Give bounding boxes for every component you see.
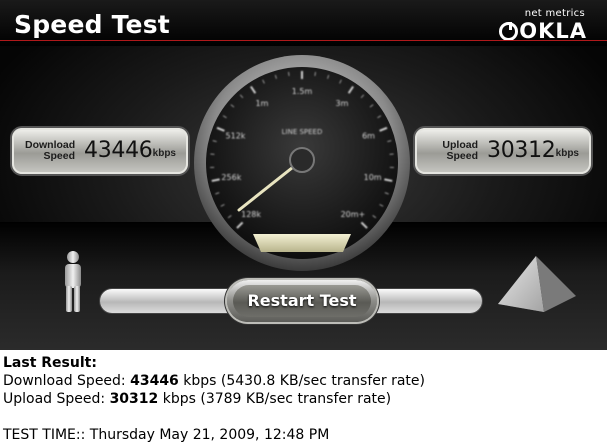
widget-title: Speed Test [14,10,170,39]
last-result-heading: Last Result: [3,355,97,371]
download-label-line2: Speed [43,150,75,162]
brand-tagline: net metrics [524,8,585,19]
gauge-tick-label: 256k [221,173,241,182]
speedtest-widget: Speed Test net metrics OKLA 128k 256k 51… [0,0,607,350]
upload-speed-unit: kbps [555,148,579,159]
gauge-tick-label: 3m [336,99,349,108]
last-result-section: Last Result: Download Speed: 43446 kbps … [3,354,603,444]
gauge-readout-window [253,234,351,252]
upload-speed-value: 30312 [487,138,556,163]
gauge-tick-label: 6m [362,131,375,140]
download-result-line: Download Speed: 43446 kbps (5430.8 KB/se… [3,372,603,390]
download-speed-unit: kbps [152,148,176,159]
download-speed-panel: Download Speed 43446 kbps [12,128,188,174]
gauge-tick-label: 20m+ [341,210,366,219]
upload-result-label: Upload Speed: [3,391,110,407]
restart-test-button[interactable]: Restart Test [227,280,377,322]
upload-result-line: Upload Speed: 30312 kbps (3789 KB/sec tr… [3,390,603,408]
gauge-minor-tick [314,71,316,77]
gauge-tick-label: 10m [364,173,382,182]
gauge-tick-label: 1m [256,99,269,108]
title-divider [0,40,607,41]
gauge-tick-label: 1.5m [292,87,313,96]
gauge-title: LINE SPEED [282,128,323,136]
restart-test-label[interactable]: Restart Test [227,291,377,310]
download-result-value: 43446 [130,373,179,389]
test-time: TEST TIME:: Thursday May 21, 2009, 12:48… [3,427,330,443]
upload-label-line2: Speed [446,150,478,162]
gauge-tick-label: 512k [226,131,246,140]
upload-result-rate: kbps (3789 KB/sec transfer rate) [158,391,392,407]
download-result-rate: kbps (5430.8 KB/sec transfer rate) [178,373,425,389]
download-result-label: Download Speed: [3,373,131,389]
power-o-icon [499,22,519,41]
person-icon [65,251,81,312]
upload-speed-label: Upload Speed [428,140,478,162]
brand-logo: net metrics OKLA [487,8,587,43]
gauge-hub [289,147,315,173]
download-speed-label: Download Speed [25,140,75,162]
upload-speed-panel: Upload Speed 30312 kbps [415,128,591,174]
title-bar: Speed Test net metrics OKLA [0,0,607,46]
upload-result-value: 30312 [109,391,159,407]
gauge-minor-tick [288,71,290,77]
download-speed-value: 43446 [84,138,153,163]
pyramid-icon [498,256,576,312]
speed-gauge: 128k 256k 512k 1m 1.5m 3m 6m 10m 20m+ LINE SPEED [194,55,410,271]
gauge-tick-label: 128k [241,210,261,219]
